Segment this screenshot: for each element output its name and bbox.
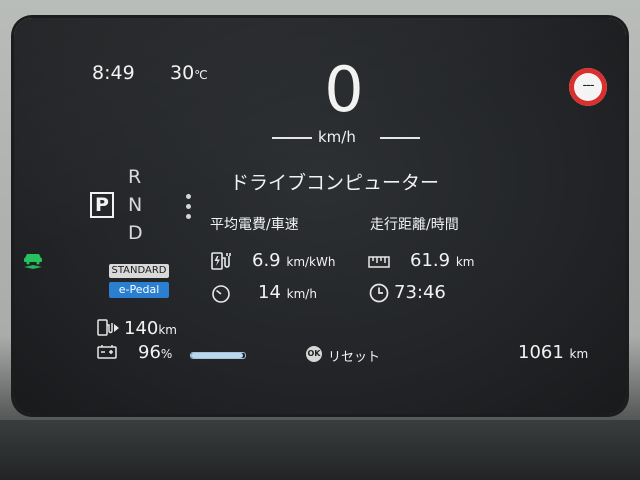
gear-option-d: D xyxy=(128,222,143,244)
e-pedal-badge: e-Pedal xyxy=(109,282,169,298)
driving-range-value: 140 xyxy=(124,318,159,339)
temperature-unit: ℃ xyxy=(194,68,208,82)
odometer: 1061 km xyxy=(518,342,588,363)
car-assist-icon xyxy=(24,254,42,269)
odometer-unit: km xyxy=(569,347,589,361)
gear-option-r: R xyxy=(128,166,142,188)
gear-current: P xyxy=(90,192,114,218)
efficiency-speed-header: 平均電費/車速 xyxy=(210,217,299,233)
battery-charge-unit: % xyxy=(160,347,173,361)
trip-distance: 61.9 km xyxy=(410,250,474,271)
speed-unit: km/h xyxy=(318,128,356,146)
battery-charge: 96% xyxy=(138,342,172,363)
ok-button[interactable]: OK xyxy=(306,346,322,362)
drive-mode-badge: STANDARD xyxy=(109,264,169,278)
battery-level-fill xyxy=(191,353,243,358)
battery-charge-value: 96 xyxy=(138,342,161,363)
reset-label: リセット xyxy=(328,350,381,365)
odometer-value: 1061 xyxy=(518,342,564,363)
avg-efficiency-value: 6.9 xyxy=(252,250,281,271)
speed-limit-text: --- xyxy=(582,78,594,93)
speed-value: 0 xyxy=(324,53,364,126)
speed-divider-left xyxy=(272,137,312,139)
avg-speed-unit: km/h xyxy=(286,287,317,301)
clock-time: 8:49 xyxy=(92,62,135,84)
clock-icon xyxy=(369,283,389,303)
trip-distance-value: 61.9 xyxy=(410,250,451,271)
speed-divider-right xyxy=(380,137,420,139)
dashboard-trim xyxy=(0,420,640,480)
driving-range-unit: km xyxy=(158,323,177,337)
ruler-icon xyxy=(368,256,390,268)
stopwatch-icon xyxy=(212,285,230,303)
avg-speed-value: 14 xyxy=(258,282,281,303)
trip-distance-unit: km xyxy=(455,255,475,269)
avg-speed: 14 km/h xyxy=(258,282,317,303)
trip-time: 73:46 xyxy=(394,282,446,303)
drive-computer-title: ドライブコンピューター xyxy=(230,172,440,194)
speed-limit-sign: --- xyxy=(569,68,607,106)
battery-level-bar xyxy=(190,352,246,359)
driving-range: 140km xyxy=(124,318,177,339)
battery-icon xyxy=(97,345,117,359)
meter-display: 8:49 30℃ 0 km/h --- P R N D STANDARD e-P… xyxy=(14,18,626,414)
range-icon xyxy=(97,319,119,336)
outside-temperature: 30℃ xyxy=(170,62,208,84)
avg-efficiency: 6.9 km/kWh xyxy=(252,250,335,271)
distance-time-header: 走行距離/時間 xyxy=(370,217,459,233)
temperature-value: 30 xyxy=(170,62,195,84)
avg-efficiency-unit: km/kWh xyxy=(286,255,336,269)
gear-option-n: N xyxy=(128,194,143,216)
ev-charge-icon xyxy=(211,252,231,270)
